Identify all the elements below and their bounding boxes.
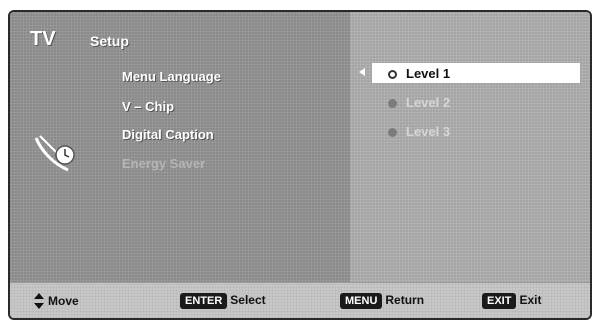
satellite-dish-clock-icon [34, 135, 75, 172]
option-level-3[interactable]: Level 3 [388, 124, 450, 139]
menu-item-v-chip[interactable]: V – Chip [122, 99, 174, 114]
footer-exit: EXIT Exit [482, 293, 541, 309]
options-panel [350, 12, 590, 282]
menu-item-digital-caption[interactable]: Digital Caption [122, 127, 214, 142]
footer-select: ENTER Select [180, 293, 266, 309]
option-level-2[interactable]: Level 2 [388, 95, 450, 110]
menu-item-energy-saver: Energy Saver [122, 156, 206, 171]
option-label: Level 1 [406, 66, 451, 81]
left-arrow-icon [359, 68, 365, 76]
footer-return: MENU Return [340, 293, 424, 309]
osd-window: TV Setup Menu Language V – Chip Digital … [8, 10, 592, 320]
enter-key[interactable]: ENTER [180, 293, 228, 309]
setup-title: Setup [90, 33, 129, 49]
up-down-arrow-icon [34, 293, 44, 309]
menu-key[interactable]: MENU [340, 293, 383, 309]
exit-key[interactable]: EXIT [482, 293, 517, 309]
tv-title: TV [30, 28, 56, 50]
option-level-1[interactable]: Level 1 [388, 66, 450, 81]
option-label: Level 2 [406, 95, 451, 110]
radio-selected-icon [388, 70, 397, 79]
radio-unselected-icon [388, 128, 397, 137]
option-label: Level 3 [406, 124, 451, 139]
menu-item-menu-language[interactable]: Menu Language [122, 69, 221, 84]
footer-help-bar: Move ENTER Select MENU Return EXIT Exit [10, 282, 590, 318]
radio-unselected-icon [388, 99, 397, 108]
footer-move: Move [34, 293, 79, 309]
